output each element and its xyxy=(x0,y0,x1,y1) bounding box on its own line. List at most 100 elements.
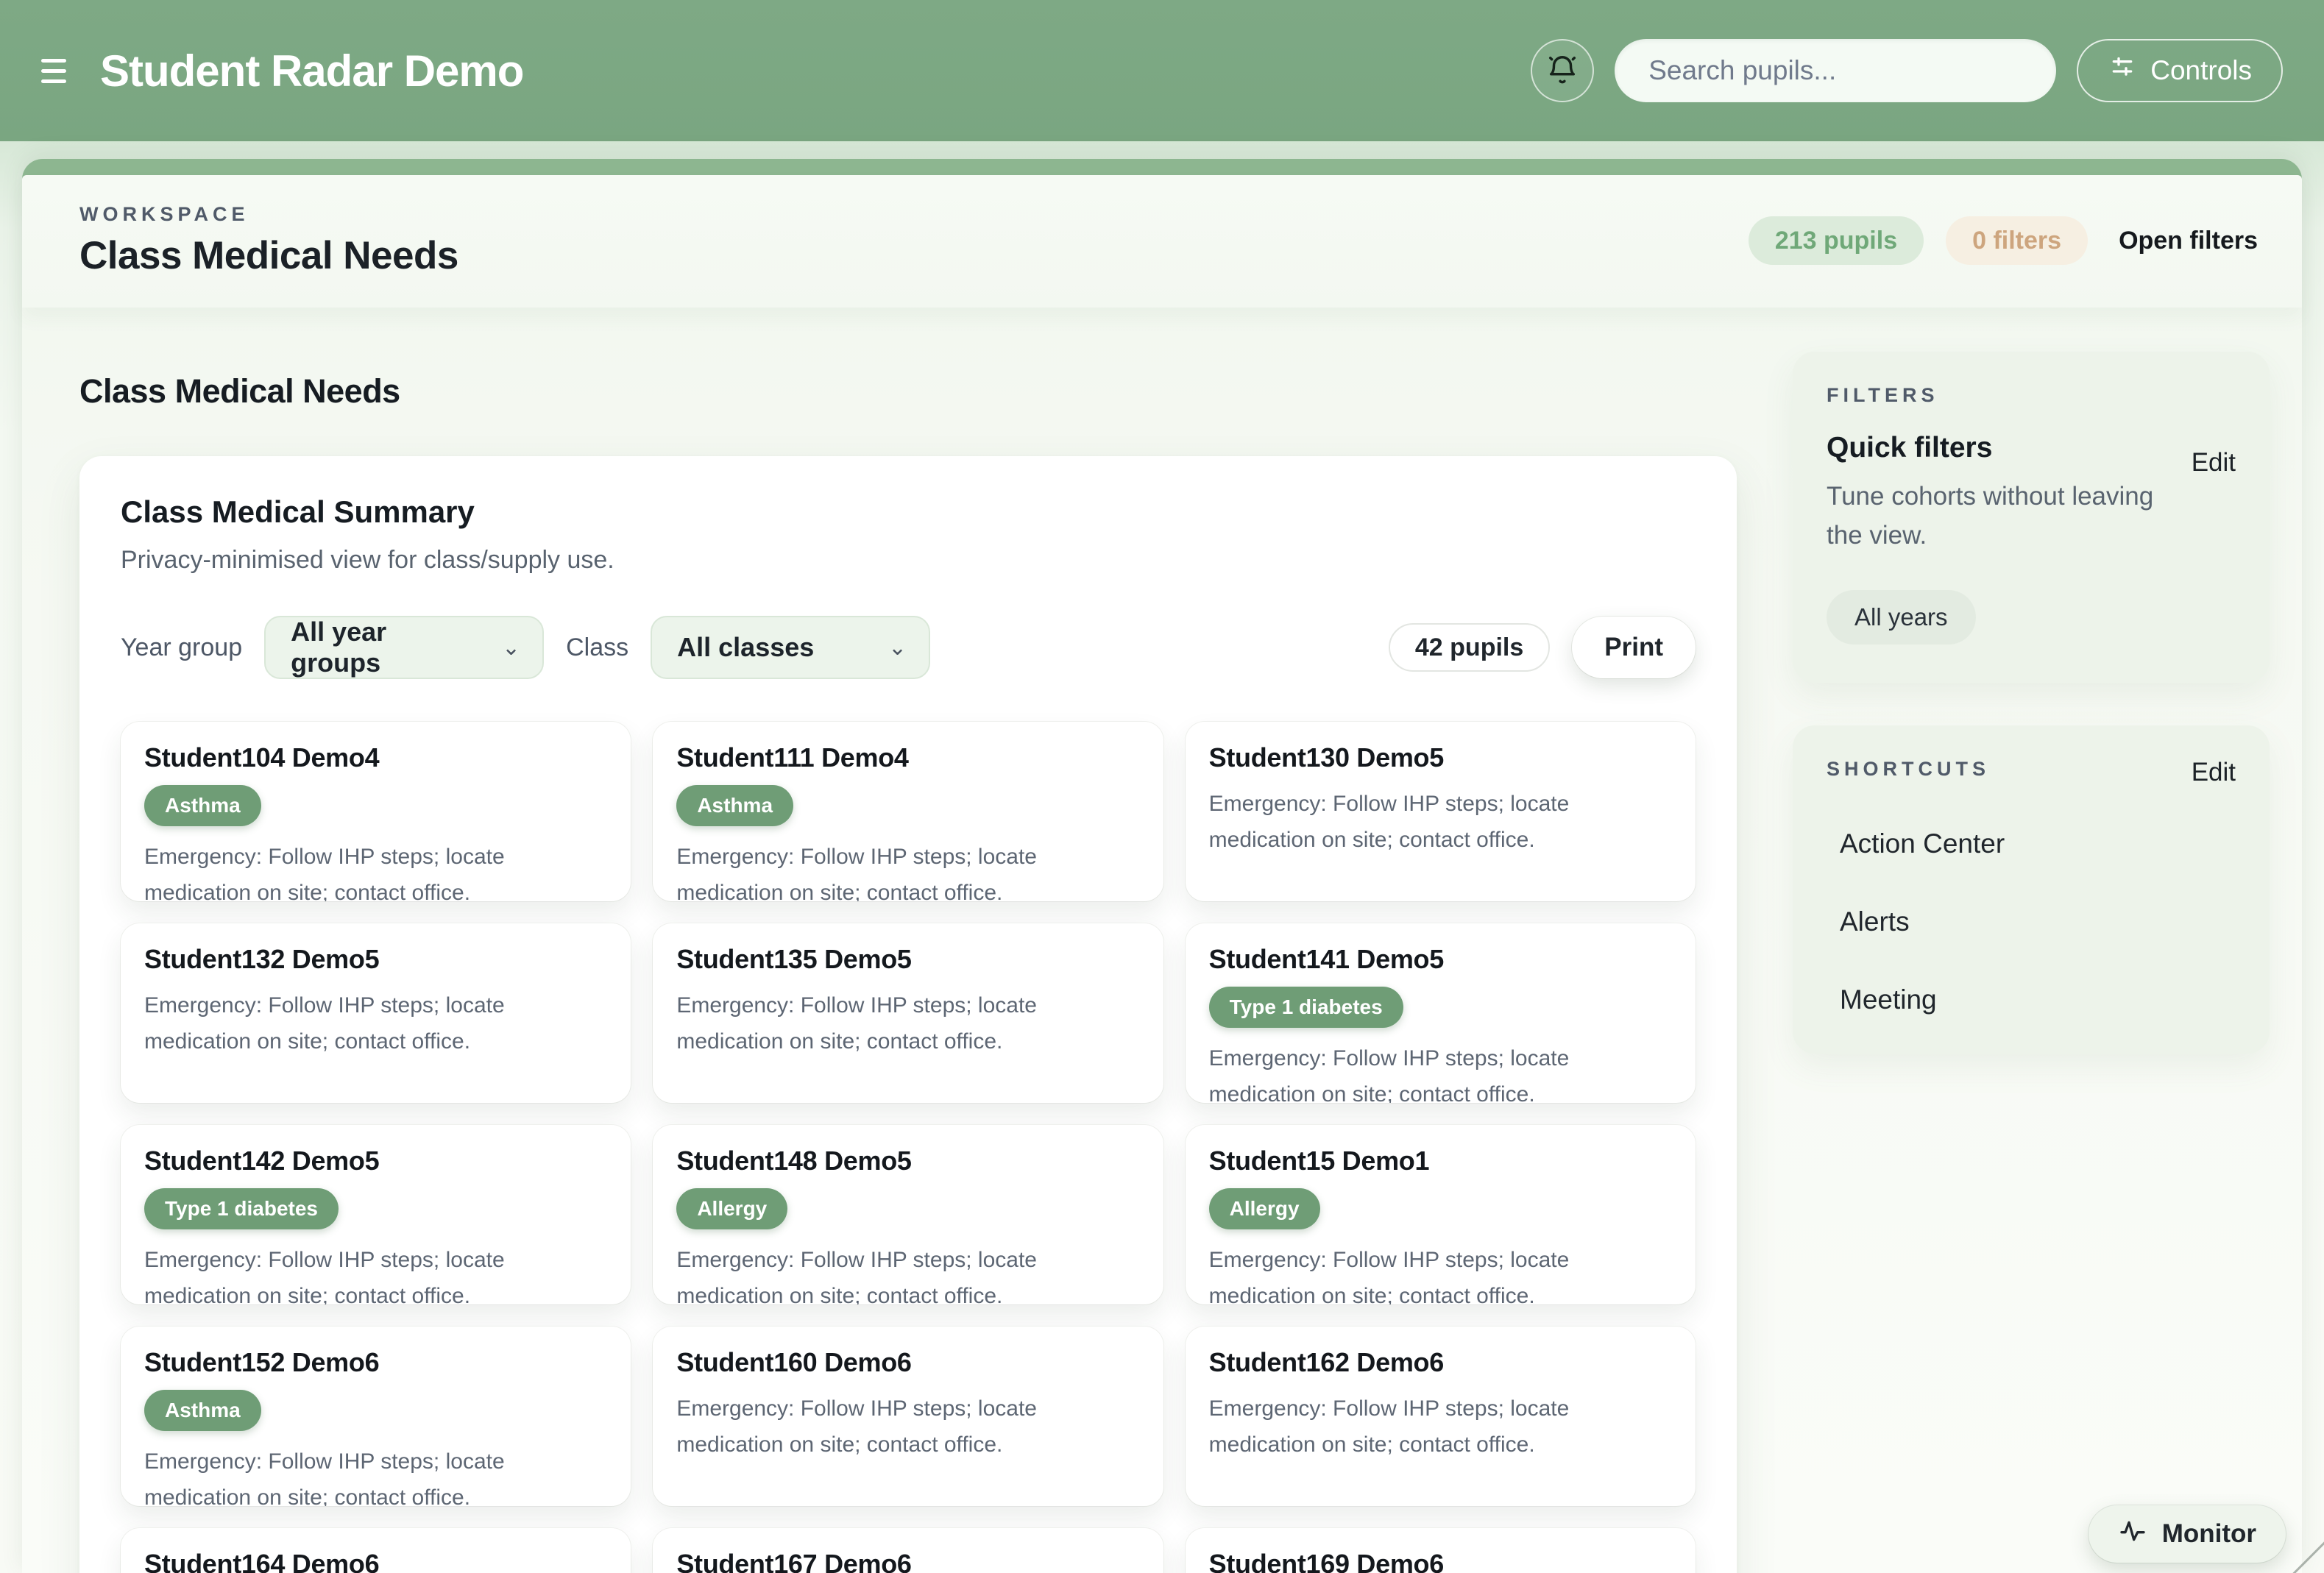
filters-eyebrow: FILTERS xyxy=(1827,384,2236,407)
app-header: Student Radar Demo Controls xyxy=(0,0,2324,141)
medical-tag: Allergy xyxy=(676,1188,787,1229)
summary-title: Class Medical Summary xyxy=(121,494,1696,530)
student-card[interactable]: Student148 Demo5 Allergy Emergency: Foll… xyxy=(653,1125,1163,1304)
emergency-note: Emergency: Follow IHP steps; locate medi… xyxy=(1209,1243,1672,1304)
emergency-note: Emergency: Follow IHP steps; locate medi… xyxy=(1209,786,1672,858)
medical-tag: Allergy xyxy=(1209,1188,1320,1229)
quick-filters-description: Tune cohorts without leaving the view. xyxy=(1827,477,2180,555)
year-group-value: All year groups xyxy=(291,617,472,678)
student-card[interactable]: Student169 Demo6 Hearing Emergency: Foll… xyxy=(1186,1528,1696,1573)
emergency-note: Emergency: Follow IHP steps; locate medi… xyxy=(676,988,1139,1059)
student-name: Student135 Demo5 xyxy=(676,944,1139,975)
filter-chip-row: All years xyxy=(1827,590,2236,645)
student-card[interactable]: Student141 Demo5 Type 1 diabetes Emergen… xyxy=(1186,923,1696,1103)
controls-label: Controls xyxy=(2150,55,2252,86)
header-actions: Controls xyxy=(1531,39,2283,102)
medical-tag: Type 1 diabetes xyxy=(1209,987,1403,1028)
emergency-note: Emergency: Follow IHP steps; locate medi… xyxy=(144,988,607,1059)
student-card[interactable]: Student130 Demo5 Emergency: Follow IHP s… xyxy=(1186,722,1696,901)
page-background: WORKSPACE Class Medical Needs 213 pupils… xyxy=(0,141,2324,1573)
medical-tag: Type 1 diabetes xyxy=(144,1188,339,1229)
open-filters-button[interactable]: Open filters xyxy=(2119,227,2258,255)
student-name: Student164 Demo6 xyxy=(144,1549,607,1573)
workspace-title: Class Medical Needs xyxy=(79,233,458,278)
student-card[interactable]: Student152 Demo6 Asthma Emergency: Follo… xyxy=(121,1327,631,1506)
quick-filters-card: FILTERS Quick filters Tune cohorts witho… xyxy=(1793,352,2270,683)
student-name: Student169 Demo6 xyxy=(1209,1549,1672,1573)
quick-filters-text: Quick filters Tune cohorts without leavi… xyxy=(1827,407,2180,555)
student-card[interactable]: Student135 Demo5 Emergency: Follow IHP s… xyxy=(653,923,1163,1103)
right-sidebar: FILTERS Quick filters Tune cohorts witho… xyxy=(1793,308,2270,1573)
student-card[interactable]: Student142 Demo5 Type 1 diabetes Emergen… xyxy=(121,1125,631,1304)
content-area: Class Medical Needs Class Medical Summar… xyxy=(22,308,2302,1573)
student-name: Student152 Demo6 xyxy=(144,1347,607,1378)
controls-button[interactable]: Controls xyxy=(2077,39,2283,102)
class-value: All classes xyxy=(677,632,814,663)
student-card[interactable]: Student167 Demo6 Emergency: Follow IHP s… xyxy=(653,1528,1163,1573)
student-name: Student132 Demo5 xyxy=(144,944,607,975)
search-input[interactable] xyxy=(1615,39,2056,102)
student-name: Student148 Demo5 xyxy=(676,1146,1139,1176)
summary-subtitle: Privacy-minimised view for class/supply … xyxy=(121,546,1696,575)
filters-count-badge: 0 filters xyxy=(1946,216,2088,265)
student-card[interactable]: Student164 Demo6 Emergency: Follow IHP s… xyxy=(121,1528,631,1573)
shortcut-item[interactable]: Alerts xyxy=(1840,906,2236,937)
monitor-label: Monitor xyxy=(2162,1519,2256,1549)
student-name: Student162 Demo6 xyxy=(1209,1347,1672,1378)
emergency-note: Emergency: Follow IHP steps; locate medi… xyxy=(1209,1041,1672,1103)
edit-filters-button[interactable]: Edit xyxy=(2192,448,2236,477)
shortcut-list: Action Center Alerts Meeting xyxy=(1827,828,2236,1015)
student-name: Student167 Demo6 xyxy=(676,1549,1139,1573)
class-label: Class xyxy=(566,633,628,662)
shortcut-item[interactable]: Meeting xyxy=(1840,984,2236,1015)
emergency-note: Emergency: Follow IHP steps; locate medi… xyxy=(144,839,607,901)
student-name: Student141 Demo5 xyxy=(1209,944,1672,975)
menu-icon[interactable] xyxy=(41,59,74,83)
medical-tag: Asthma xyxy=(144,1390,261,1431)
emergency-note: Emergency: Follow IHP steps; locate medi… xyxy=(144,1444,607,1506)
emergency-note: Emergency: Follow IHP steps; locate medi… xyxy=(676,1243,1139,1304)
filter-chip[interactable]: All years xyxy=(1827,590,1976,645)
year-group-select[interactable]: All year groups ⌄ xyxy=(264,616,544,679)
workspace-eyebrow: WORKSPACE xyxy=(79,203,458,226)
student-grid: Student104 Demo4 Asthma Emergency: Follo… xyxy=(121,722,1696,1573)
year-group-label: Year group xyxy=(121,633,242,662)
medical-tag: Asthma xyxy=(144,785,261,826)
notifications-button[interactable] xyxy=(1531,39,1594,102)
summary-filter-row: Year group All year groups ⌄ Class All c… xyxy=(121,616,1696,679)
filtered-pupils-badge: 42 pupils xyxy=(1389,623,1550,672)
student-card[interactable]: Student160 Demo6 Emergency: Follow IHP s… xyxy=(653,1327,1163,1506)
main-panel: WORKSPACE Class Medical Needs 213 pupils… xyxy=(22,159,2302,1573)
shortcuts-eyebrow: SHORTCUTS xyxy=(1827,758,1990,781)
app-title: Student Radar Demo xyxy=(100,46,523,96)
shortcut-item[interactable]: Action Center xyxy=(1840,828,2236,859)
student-name: Student104 Demo4 xyxy=(144,742,607,773)
pulse-icon xyxy=(2118,1516,2147,1552)
student-card[interactable]: Student15 Demo1 Allergy Emergency: Follo… xyxy=(1186,1125,1696,1304)
medical-tag: Asthma xyxy=(676,785,793,826)
student-name: Student160 Demo6 xyxy=(676,1347,1139,1378)
student-card[interactable]: Student104 Demo4 Asthma Emergency: Follo… xyxy=(121,722,631,901)
quick-filters-head: Quick filters Tune cohorts without leavi… xyxy=(1827,407,2236,555)
edit-shortcuts-button[interactable]: Edit xyxy=(2192,758,2236,787)
print-button[interactable]: Print xyxy=(1572,617,1696,678)
student-name: Student142 Demo5 xyxy=(144,1146,607,1176)
shortcuts-head: SHORTCUTS Edit xyxy=(1827,758,2236,787)
student-card[interactable]: Student162 Demo6 Emergency: Follow IHP s… xyxy=(1186,1327,1696,1506)
bell-icon xyxy=(1545,53,1579,89)
workspace-actions: 213 pupils 0 filters Open filters xyxy=(1749,216,2258,265)
student-name: Student111 Demo4 xyxy=(676,742,1139,773)
emergency-note: Emergency: Follow IHP steps; locate medi… xyxy=(676,839,1139,901)
student-card[interactable]: Student111 Demo4 Asthma Emergency: Follo… xyxy=(653,722,1163,901)
sliders-icon xyxy=(2108,53,2137,89)
shortcuts-card: SHORTCUTS Edit Action Center Alerts Meet… xyxy=(1793,725,2270,1054)
emergency-note: Emergency: Follow IHP steps; locate medi… xyxy=(1209,1391,1672,1463)
workspace-bar: WORKSPACE Class Medical Needs 213 pupils… xyxy=(22,175,2302,308)
monitor-button[interactable]: Monitor xyxy=(2089,1505,2286,1563)
student-card[interactable]: Student132 Demo5 Emergency: Follow IHP s… xyxy=(121,923,631,1103)
student-name: Student15 Demo1 xyxy=(1209,1146,1672,1176)
student-name: Student130 Demo5 xyxy=(1209,742,1672,773)
section-title: Class Medical Needs xyxy=(79,372,1737,411)
class-select[interactable]: All classes ⌄ xyxy=(651,616,930,679)
workspace-heading: WORKSPACE Class Medical Needs xyxy=(79,203,458,278)
